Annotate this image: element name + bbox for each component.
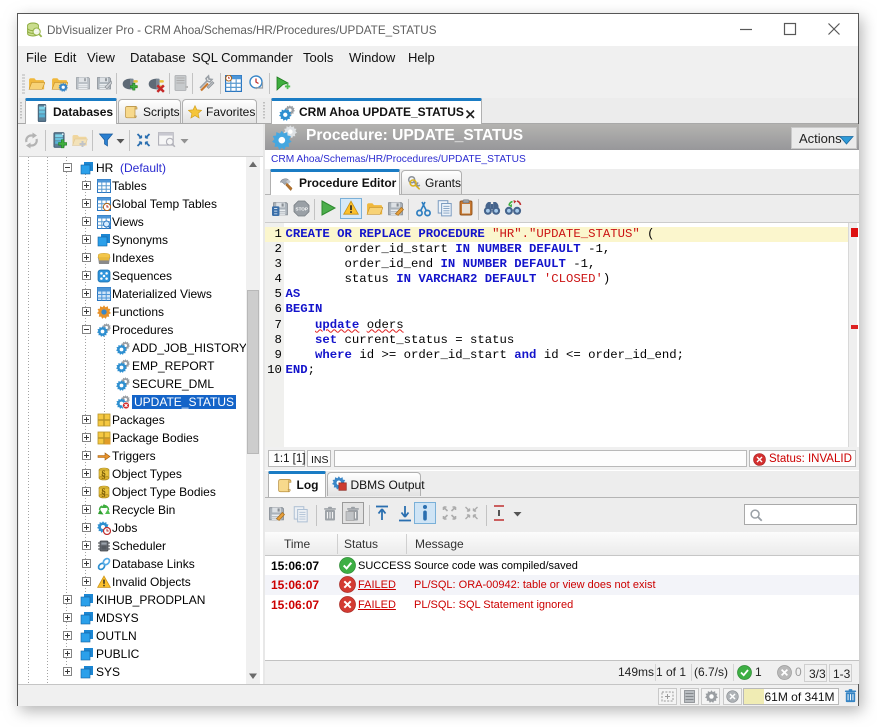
svg-text:STOP: STOP <box>296 207 308 212</box>
